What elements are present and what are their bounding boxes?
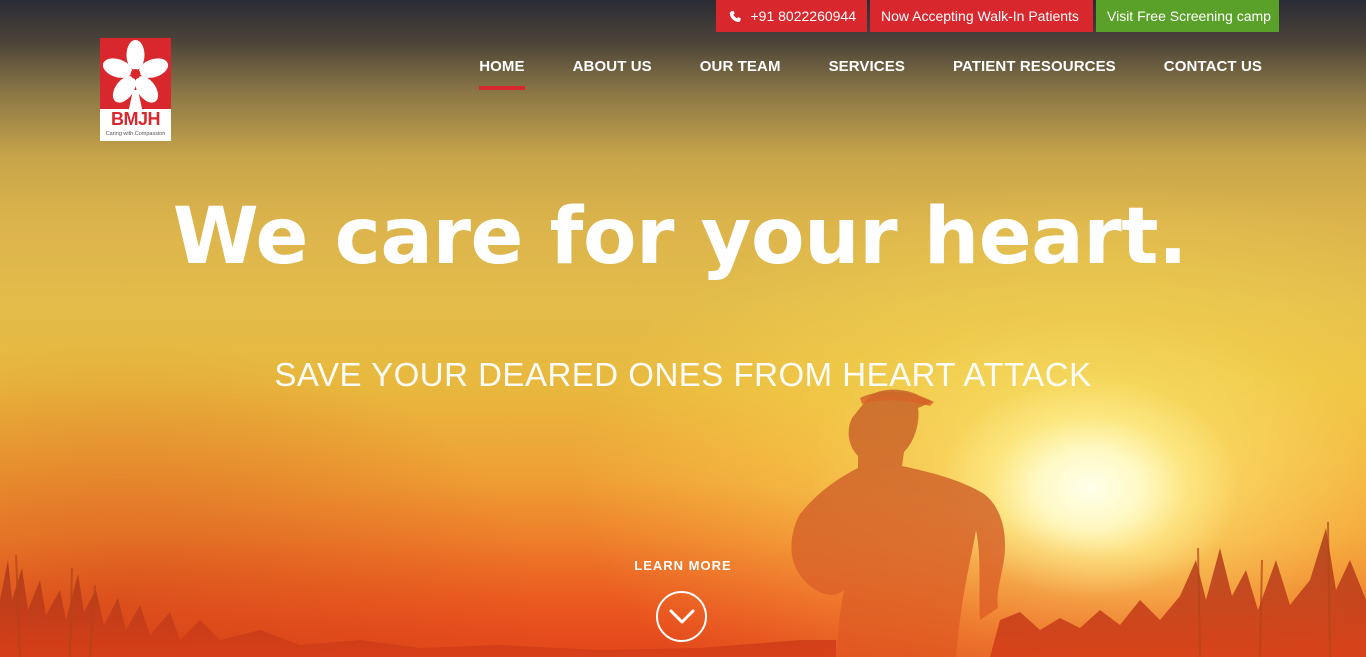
phone-icon [729, 10, 741, 22]
nav-item-patient-resources[interactable]: PATIENT RESOURCES [953, 58, 1116, 89]
screening-label: Visit Free Screening camp [1107, 8, 1271, 24]
phone-button[interactable]: +91 8022260944 [716, 0, 867, 32]
logo-tagline: Caring with Compassion [105, 131, 166, 137]
nav-item-contact-us[interactable]: CONTACT US [1164, 58, 1262, 89]
flower-icon [100, 38, 171, 109]
learn-more-link[interactable]: LEARN MORE [0, 558, 1366, 573]
hero-subline: SAVE YOUR DEARED ONES FROM HEART ATTACK [274, 356, 1092, 393]
nav-item-about-us[interactable]: ABOUT US [573, 58, 652, 89]
logo-name: BMJH [110, 109, 161, 129]
nav-item-our-team[interactable]: OUR TEAM [700, 58, 781, 89]
scroll-down-button[interactable] [656, 591, 707, 642]
walk-in-label: Now Accepting Walk-In Patients [881, 8, 1079, 24]
nav-item-home[interactable]: HOME [479, 58, 526, 90]
hero-headline: We care for your heart. [172, 192, 1188, 282]
phone-number: +91 8022260944 [750, 8, 857, 24]
free-screening-button[interactable]: Visit Free Screening camp [1096, 0, 1279, 32]
main-navigation: HOME ABOUT US OUR TEAM SERVICES PATIENT … [479, 58, 1262, 90]
chevron-down-icon [669, 609, 694, 623]
top-utility-bar: +91 8022260944 Now Accepting Walk-In Pat… [716, 0, 1279, 32]
nav-item-services[interactable]: SERVICES [829, 58, 905, 89]
walk-in-patients-button[interactable]: Now Accepting Walk-In Patients [870, 0, 1093, 32]
site-logo[interactable]: BMJH Caring with Compassion [100, 38, 171, 141]
